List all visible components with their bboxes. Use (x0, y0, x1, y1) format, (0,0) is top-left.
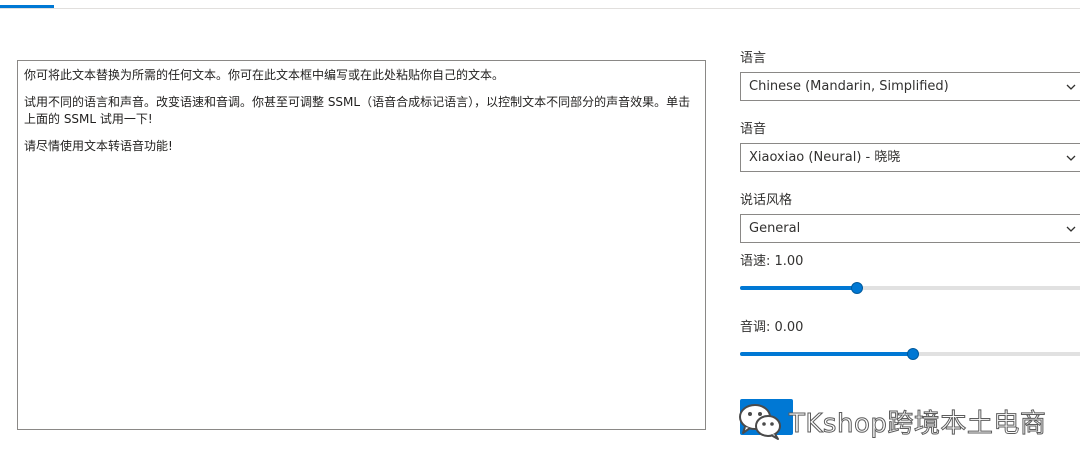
language-select[interactable]: Chinese (Mandarin, Simplified) (740, 72, 1080, 101)
pitch-slider[interactable] (740, 347, 1080, 361)
watermark-text: TKshop跨境本土电商 (788, 408, 1047, 439)
tts-page: 你可将此文本替换为所需的任何文本。你可在此文本框中编写或在此处粘贴你自己的文本。… (0, 0, 1080, 473)
style-select-value: General (749, 221, 801, 236)
wechat-icon (737, 400, 785, 442)
speed-slider-fill (740, 286, 858, 290)
chevron-down-icon (1065, 215, 1077, 242)
chevron-down-icon (1065, 73, 1077, 100)
active-tab-indicator[interactable] (0, 5, 54, 8)
watermark: TKshop跨境本土电商 (737, 400, 1046, 442)
editor-paragraph-1: 你可将此文本替换为所需的任何文本。你可在此文本框中编写或在此处粘贴你自己的文本。 (24, 68, 505, 82)
text-editor[interactable]: 你可将此文本替换为所需的任何文本。你可在此文本框中编写或在此处粘贴你自己的文本。… (17, 60, 706, 430)
pitch-label: 音调: 0.00 (740, 320, 804, 335)
language-label: 语言 (740, 51, 767, 66)
pitch-slider-thumb[interactable] (906, 348, 919, 360)
style-label: 说话风格 (740, 193, 793, 208)
speed-label: 语速: 1.00 (740, 254, 804, 269)
editor-paragraph-2: 试用不同的语言和声音。改变语速和音调。你甚至可调整 SSML（语音合成标记语言）… (24, 95, 691, 126)
voice-select[interactable]: Xiaoxiao (Neural) - 晓晓 (740, 143, 1080, 172)
speed-slider-thumb[interactable] (851, 282, 864, 294)
style-select[interactable]: General (740, 214, 1080, 243)
voice-label: 语音 (740, 122, 767, 137)
settings-panel: 语言 Chinese (Mandarin, Simplified) 语音 Xia… (740, 46, 1080, 361)
editor-paragraph-3: 请尽情使用文本转语音功能! (24, 139, 173, 153)
language-select-value: Chinese (Mandarin, Simplified) (749, 79, 949, 94)
tab-strip (0, 0, 1080, 9)
pitch-slider-fill (740, 352, 913, 356)
voice-select-value: Xiaoxiao (Neural) - 晓晓 (749, 150, 901, 165)
chevron-down-icon (1065, 144, 1077, 171)
speed-slider[interactable] (740, 281, 1080, 295)
